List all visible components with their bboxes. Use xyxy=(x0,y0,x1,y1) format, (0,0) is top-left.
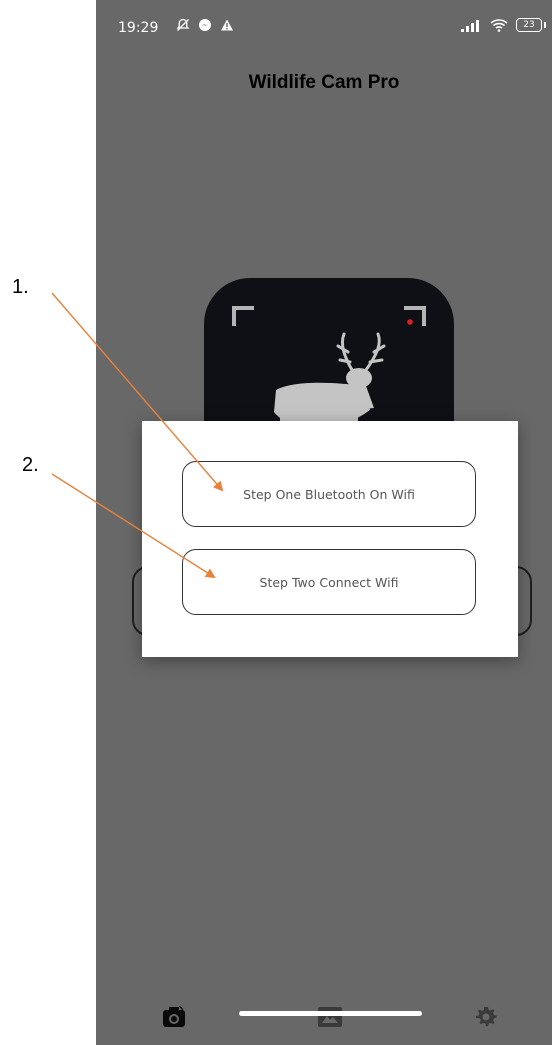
notification-icons xyxy=(176,18,234,32)
step-one-bluetooth-button[interactable]: Step One Bluetooth On Wifi xyxy=(182,461,476,527)
recording-dot xyxy=(407,319,413,325)
status-right: 23 xyxy=(460,18,546,32)
battery-icon: 23 xyxy=(516,18,546,32)
step-two-connect-wifi-button[interactable]: Step Two Connect Wifi xyxy=(182,549,476,615)
bottom-nav xyxy=(96,995,552,1045)
annotation-label-1: 1. xyxy=(12,276,29,298)
gallery-icon xyxy=(318,1007,342,1027)
gear-icon xyxy=(476,1007,497,1027)
status-time: 19:29 xyxy=(118,20,159,36)
settings-tab[interactable] xyxy=(472,1003,500,1031)
connection-steps-dialog: Step One Bluetooth On Wifi Step Two Conn… xyxy=(142,421,518,657)
home-indicator[interactable] xyxy=(239,1011,422,1016)
camera-icon xyxy=(163,1005,185,1027)
status-bar: 19:29 23 xyxy=(96,0,552,60)
warning-icon xyxy=(221,19,233,31)
app-title: Wildlife Cam Pro xyxy=(248,72,400,93)
wifi-icon xyxy=(490,19,508,32)
bell-off-icon xyxy=(176,18,190,31)
messenger-icon xyxy=(199,19,211,31)
camera-tab[interactable] xyxy=(160,1003,188,1031)
signal-icon xyxy=(461,20,479,32)
annotation-label-2: 2. xyxy=(22,454,39,476)
phone-screen: 19:29 23 Wildlife Cam Pro Step One Bluet… xyxy=(96,0,552,1045)
gallery-tab[interactable] xyxy=(316,1003,344,1031)
